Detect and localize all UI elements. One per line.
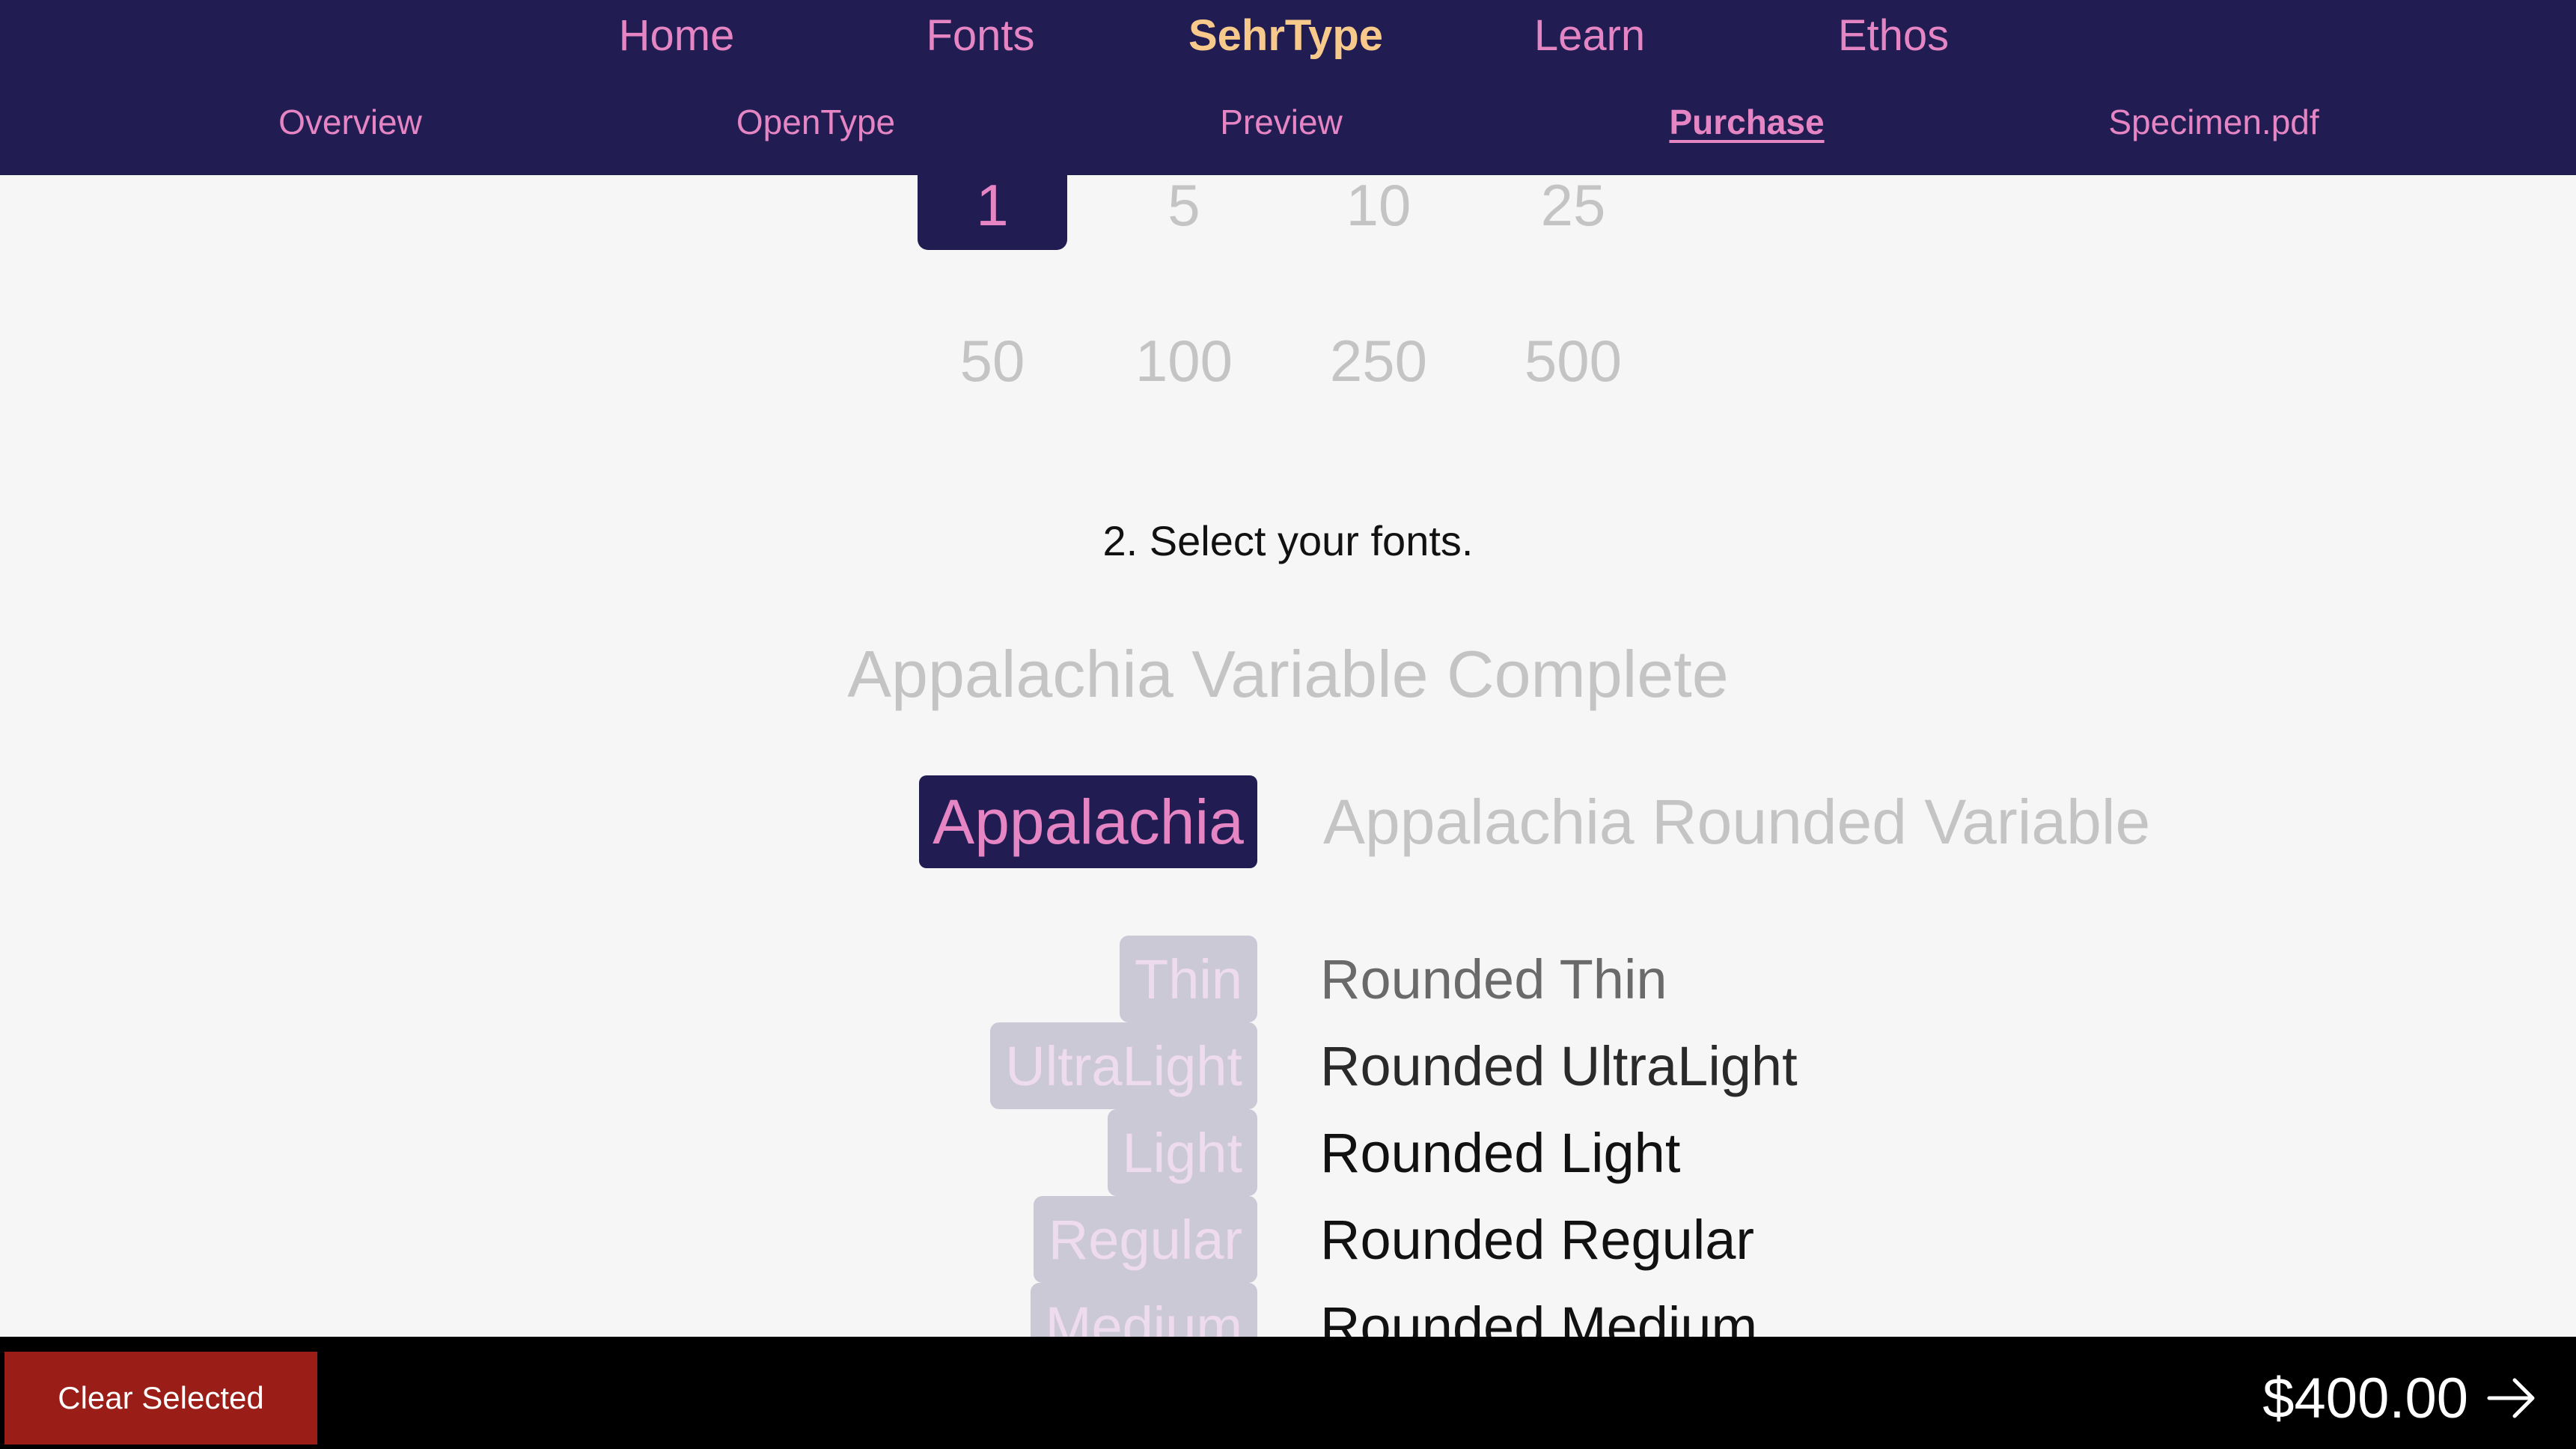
qty-option-250[interactable]: 250 (1304, 316, 1453, 406)
weight-thin[interactable]: Thin (1120, 936, 1257, 1022)
checkout-total-button[interactable]: $400.00 (2262, 1352, 2539, 1445)
checkout-bar: Clear Selected $400.00 (0, 1337, 2576, 1449)
weight-rounded-thin[interactable]: Rounded Thin (1320, 936, 1667, 1022)
section-title: 2. Select your fonts. (1102, 517, 1474, 564)
weight-rounded-regular[interactable]: Rounded Regular (1320, 1196, 1754, 1283)
weight-regular[interactable]: Regular (1033, 1196, 1257, 1283)
qty-option-100[interactable]: 100 (1109, 316, 1259, 406)
weight-rounded-light[interactable]: Rounded Light (1320, 1109, 1680, 1196)
qty-option-50[interactable]: 50 (918, 316, 1067, 406)
nav-fonts[interactable]: Fonts (926, 10, 1034, 61)
nav-ethos[interactable]: Ethos (1838, 10, 1949, 61)
subnav-purchase[interactable]: Purchase (1669, 102, 1824, 142)
qty-option-500[interactable]: 500 (1498, 316, 1648, 406)
family-complete-option[interactable]: Appalachia Variable Complete (0, 636, 2576, 713)
nav-sehrtype[interactable]: SehrType (1188, 10, 1383, 61)
family-rounded-option[interactable]: Appalachia Rounded Variable (1323, 775, 2150, 868)
nav-learn[interactable]: Learn (1534, 10, 1645, 61)
total-price: $400.00 (2262, 1366, 2468, 1430)
subnav-opentype[interactable]: OpenType (736, 102, 895, 142)
family-appalachia-option[interactable]: Appalachia (919, 775, 1257, 868)
weight-ultralight[interactable]: UltraLight (990, 1022, 1257, 1109)
subnav-overview[interactable]: Overview (278, 102, 422, 142)
subnav-specimen[interactable]: Specimen.pdf (2108, 102, 2319, 142)
site-header: Home Fonts SehrType Learn Ethos Overview… (0, 0, 2576, 175)
weight-light[interactable]: Light (1107, 1109, 1257, 1196)
nav-home[interactable]: Home (619, 10, 735, 61)
weight-rounded-ultralight[interactable]: Rounded UltraLight (1320, 1022, 1798, 1109)
clear-selected-button[interactable]: Clear Selected (4, 1352, 317, 1445)
subnav-preview[interactable]: Preview (1220, 102, 1343, 142)
arrow-right-icon (2487, 1378, 2535, 1418)
